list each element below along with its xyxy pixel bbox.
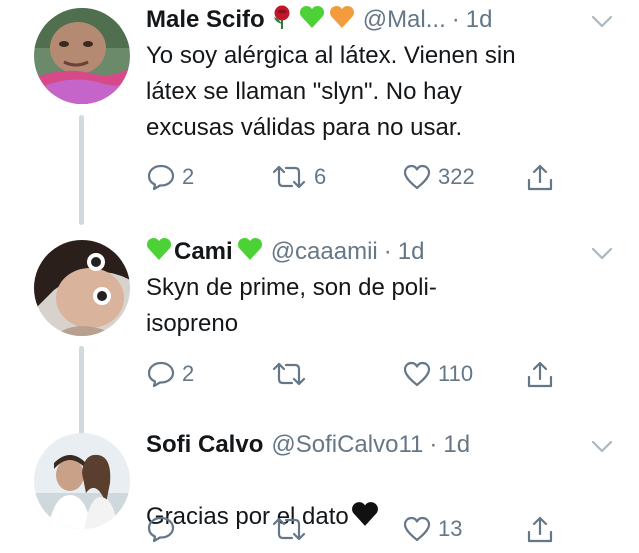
reply-icon xyxy=(147,361,175,388)
reply-button[interactable]: 2 xyxy=(146,157,194,197)
like-icon xyxy=(403,164,431,190)
like-button[interactable]: 322 xyxy=(402,157,475,197)
green-heart-emoji xyxy=(146,237,172,268)
like-icon xyxy=(403,516,431,542)
green-heart-emoji xyxy=(237,237,263,268)
like-button[interactable]: 13 xyxy=(402,509,462,549)
share-icon xyxy=(527,361,553,388)
reply-icon xyxy=(147,164,175,191)
reply-button[interactable] xyxy=(146,509,182,549)
timestamp[interactable]: 1d xyxy=(398,238,425,266)
handle[interactable]: @SofiCalvo11 xyxy=(271,431,423,459)
reply-button[interactable]: 2 xyxy=(146,354,194,394)
timestamp[interactable]: 1d xyxy=(443,431,470,459)
orange-heart-emoji xyxy=(329,5,355,36)
avatar-sofi-calvo[interactable] xyxy=(34,433,130,529)
reply-icon xyxy=(147,516,175,543)
share-button[interactable] xyxy=(526,509,554,549)
reply-count: 2 xyxy=(182,361,195,386)
share-button[interactable] xyxy=(526,157,554,197)
tweet-actions: 2 110 xyxy=(146,354,599,394)
like-count: 322 xyxy=(438,164,475,189)
separator: · xyxy=(429,431,438,458)
chevron-down-icon[interactable] xyxy=(591,240,613,268)
retweet-count: 6 xyxy=(314,164,327,189)
retweet-icon xyxy=(272,362,306,386)
retweet-button[interactable] xyxy=(270,509,314,549)
avatar-cami[interactable] xyxy=(34,240,130,336)
separator: · xyxy=(451,6,460,33)
thread-line xyxy=(79,115,84,225)
rose-emoji xyxy=(269,4,295,37)
reply-count: 2 xyxy=(182,164,195,189)
display-name[interactable]: Male Scifo xyxy=(146,6,265,34)
tweet-actions: 13 xyxy=(146,509,599,549)
chevron-down-icon[interactable] xyxy=(591,8,613,36)
separator: · xyxy=(383,238,392,265)
timestamp[interactable]: 1d xyxy=(466,6,493,34)
tweet-header: Cami @caaamii · 1d xyxy=(146,232,619,272)
share-button[interactable] xyxy=(526,354,554,394)
display-name[interactable]: Cami xyxy=(174,238,233,266)
tweet-text: Skyn de prime, son de poli- isopreno xyxy=(146,274,437,337)
like-count: 13 xyxy=(438,516,463,541)
retweet-button[interactable]: 6 xyxy=(270,157,326,197)
share-icon xyxy=(527,516,553,543)
share-icon xyxy=(527,164,553,191)
tweet-2[interactable]: Cami @caaamii · 1d Skyn de prime, son de… xyxy=(0,230,639,436)
avatar-male-scifo[interactable] xyxy=(34,8,130,104)
tweet-header: Sofi Calvo @SofiCalvo11 · 1d xyxy=(146,425,619,465)
chevron-down-icon[interactable] xyxy=(591,433,613,461)
display-name[interactable]: Sofi Calvo xyxy=(146,431,263,459)
tweet-header: Male Scifo @Mal... · 1d xyxy=(146,0,619,40)
like-icon xyxy=(403,361,431,387)
tweet-actions: 2 6 322 xyxy=(146,157,599,197)
retweet-icon xyxy=(272,517,306,541)
retweet-icon xyxy=(272,165,306,189)
handle[interactable]: @Mal... xyxy=(363,6,446,34)
like-count: 110 xyxy=(438,361,474,386)
tweet-1[interactable]: Male Scifo @Mal... · 1d Yo soy alérgica … xyxy=(0,0,639,225)
retweet-button[interactable] xyxy=(270,354,314,394)
handle[interactable]: @caaamii xyxy=(271,238,378,266)
tweet-3[interactable]: Sofi Calvo @SofiCalvo11 · 1d Gracias por… xyxy=(0,423,639,553)
green-heart-emoji xyxy=(299,5,325,36)
like-button[interactable]: 110 xyxy=(402,354,473,394)
tweet-text: Yo soy alérgica al látex. Vienen sin lát… xyxy=(146,42,516,141)
